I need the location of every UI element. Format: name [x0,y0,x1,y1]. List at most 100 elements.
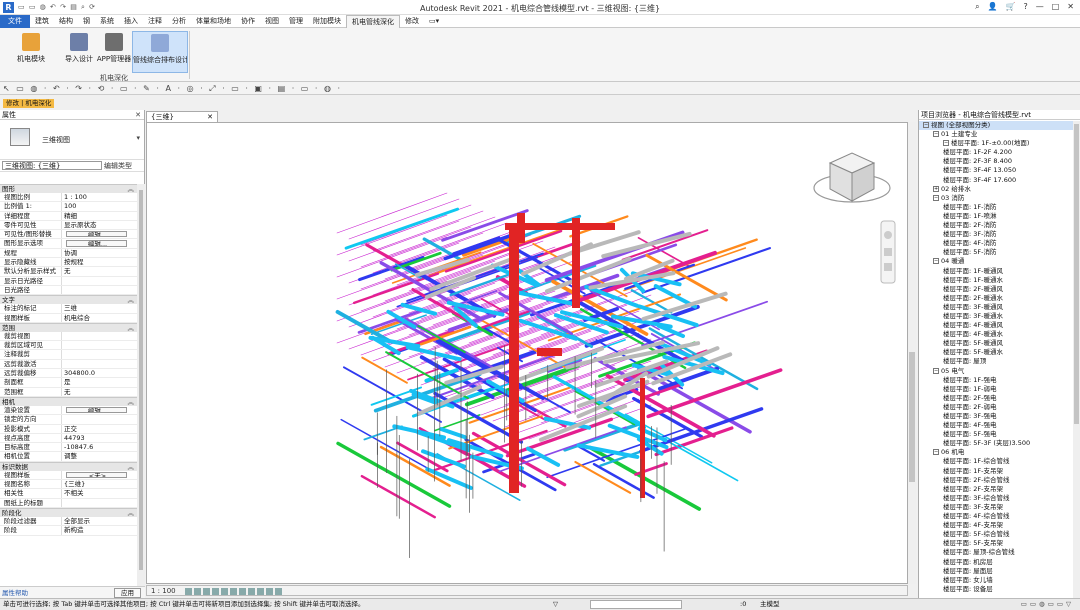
browser-item[interactable]: −04 暖通 [919,257,1073,266]
browser-item[interactable]: 楼层平面: 1F-喷淋 [919,212,1073,221]
property-value[interactable] [62,286,137,294]
collapse-icon[interactable]: − [943,140,949,147]
workset-dropdown[interactable] [590,600,682,609]
property-value[interactable]: 显示原状态 [62,221,137,229]
expand-icon[interactable]: + [933,185,939,192]
property-value[interactable]: 44793 [62,434,137,442]
temporary-hide-icon[interactable] [256,587,264,595]
outline-line[interactable] [336,214,448,256]
tab-8[interactable]: 协作 [236,15,260,28]
browser-item[interactable]: 楼层平面: 5F-综合管线 [919,530,1073,539]
maximize-button[interactable]: □ [1052,2,1060,12]
close-button[interactable]: ✕ [1067,2,1074,12]
browser-item[interactable]: 楼层平面: 3F-综合管线 [919,494,1073,503]
collapse-icon[interactable]: − [923,122,929,128]
property-group-header[interactable]: 标识数据 ︽ [0,461,137,471]
fire-riser[interactable] [509,223,519,493]
pipe-layout-design-button[interactable]: 管线综合排布设计 [132,31,188,73]
collapse-icon[interactable]: − [933,194,939,201]
browser-item[interactable]: 楼层平面: 设备层 [919,585,1073,594]
collapse-icon[interactable]: ︽ [128,509,135,517]
view-cube[interactable] [813,152,891,203]
property-value[interactable]: 三维 [62,304,137,312]
minimize-button[interactable]: — [1036,2,1044,12]
tab-2[interactable]: 钢 [78,15,95,28]
worksharing-icon[interactable] [274,587,282,595]
browser-item[interactable]: 楼层平面: 2F-3F 8.400 [919,157,1073,166]
browser-item[interactable]: −06 机电 [919,448,1073,457]
collapse-icon[interactable]: ︽ [128,185,135,193]
collapse-icon[interactable]: ︽ [128,296,135,304]
property-edit-button[interactable]: 编辑... [66,240,127,247]
browser-item[interactable]: 楼层平面: 5F-暖通水 [919,348,1073,357]
lock-view-icon[interactable] [247,587,255,595]
browser-item[interactable]: 楼层平面: 5F-消防 [919,248,1073,257]
browser-item[interactable]: 楼层平面: 3F-4F 17.600 [919,176,1073,185]
render-icon[interactable] [220,587,228,595]
property-value[interactable]: -10847.6 [62,443,137,451]
browser-item[interactable]: 楼层平面: 3F-暖通水 [919,312,1073,321]
property-value[interactable]: 机电综合 [62,314,137,322]
duct-segment[interactable] [526,446,561,467]
browser-item[interactable]: 楼层平面: 1F-支吊架 [919,467,1073,476]
tab-13[interactable]: 修改 [400,15,424,28]
property-group-header[interactable]: 文字 ︽ [0,295,137,305]
browser-item[interactable]: 楼层平面: 1F-暖通风 [919,267,1073,276]
import-design-button[interactable]: 导入设计 [60,31,98,73]
mep-model-render[interactable] [147,123,908,584]
property-value[interactable]: 304800.0 [62,369,137,377]
browser-item[interactable]: 楼层平面: 4F-强电 [919,421,1073,430]
tab-file[interactable]: 文件 [0,14,30,28]
browser-item[interactable]: 楼层平面: 5F-3F (夹层)3.500 [919,439,1073,448]
browser-item[interactable]: 楼层平面: 2F-消防 [919,221,1073,230]
browser-item[interactable]: 楼层平面: 2F-暖通水 [919,294,1073,303]
browser-item[interactable]: 楼层平面: 3F-暖通风 [919,303,1073,312]
pipe-segment[interactable] [360,474,436,519]
tab-0[interactable]: 建筑 [30,15,54,28]
browser-item[interactable]: 楼层平面: 1F-弱电 [919,385,1073,394]
property-value[interactable]: 按规程 [62,258,137,266]
browser-item[interactable]: −01 土建专业 [919,130,1073,139]
browser-item[interactable]: 楼层平面: 4F-暖通风 [919,321,1073,330]
properties-scrollbar[interactable] [137,184,145,594]
property-group-header[interactable]: 范围 ︽ [0,322,137,332]
browser-item[interactable]: 楼层平面: 机房层 [919,558,1073,567]
options-toolbar[interactable]: ↖ ▭ ◍ · ↶ · ↷ · ⟲ · ▭ · ✎ · A · ◎ · ⤢ · … [0,82,1080,95]
collapse-icon[interactable]: − [933,131,939,138]
browser-item[interactable]: 楼层平面: 女儿墙 [919,576,1073,585]
tab-12[interactable]: 机电管线深化 [346,14,400,28]
property-value[interactable]: 100 [62,202,137,210]
pipe-segment[interactable] [344,207,460,250]
browser-item[interactable]: 楼层平面: 5F-支吊架 [919,539,1073,548]
tab-6[interactable]: 分析 [167,15,191,28]
browser-item[interactable]: 楼层平面: 屋顶-综合管线 [919,548,1073,557]
view-scrollbar[interactable] [908,122,916,584]
cart-icon[interactable]: 🛒 [1006,2,1016,12]
help-icon[interactable]: ? [1023,2,1027,12]
collapse-icon[interactable]: − [933,258,939,265]
browser-item[interactable]: 楼层平面: 1F-暖通水 [919,276,1073,285]
browser-item[interactable]: 楼层平面: 5F-强电 [919,430,1073,439]
property-group-header[interactable]: 阶段化 ︽ [0,507,137,517]
shadows-icon[interactable] [211,587,219,595]
main-model-label[interactable]: 主模型 [760,599,780,610]
mechanical-module-button[interactable]: 机电模块 [8,31,54,73]
property-value[interactable]: 是 [62,378,137,386]
browser-item[interactable]: 楼层平面: 屋面层 [919,567,1073,576]
browser-item[interactable]: 楼层平面: 1F-2F 4.200 [919,148,1073,157]
property-value[interactable]: 全部显示 [62,517,137,525]
browser-item[interactable]: 楼层平面: 2F-综合管线 [919,476,1073,485]
browser-item[interactable]: 楼层平面: 1F-强电 [919,376,1073,385]
chevron-down-icon[interactable]: ▾ [136,134,140,142]
3d-view-canvas[interactable] [146,122,908,584]
property-value[interactable]: 精细 [62,212,137,220]
navigation-bar[interactable] [880,220,896,284]
user-icon[interactable]: 👤 [988,2,998,12]
property-value[interactable]: 调整 [62,452,137,460]
edit-type-button[interactable]: 编辑类型 [104,160,132,171]
fire-riser[interactable] [572,218,580,308]
view-tab-3d[interactable]: {三维} ✕ [146,111,218,122]
fire-pipe[interactable] [505,223,615,230]
app-manager-button[interactable]: APP管理器 [96,31,132,73]
fire-pipe[interactable] [537,348,562,356]
